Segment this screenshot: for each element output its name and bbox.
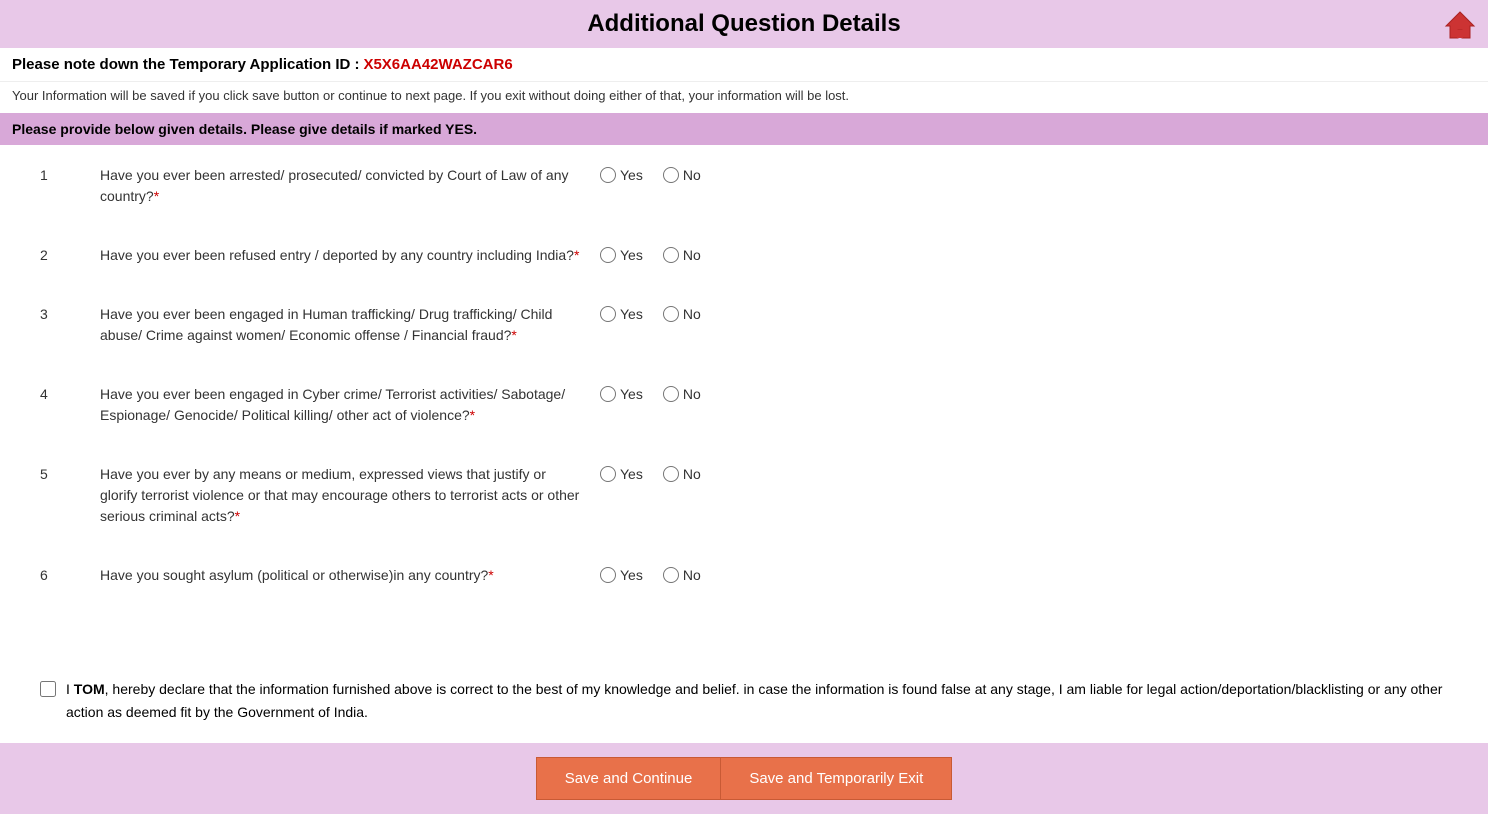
declaration-area: I TOM, hereby declare that the informati… (0, 668, 1488, 743)
radio-yes-label-4: Yes (620, 386, 643, 402)
radio-input-no-2[interactable] (663, 247, 679, 263)
radio-input-yes-6[interactable] (600, 567, 616, 583)
temp-id-value: X5X6AA42WAZCAR6 (363, 56, 512, 73)
radio-no-3[interactable]: No (663, 306, 701, 322)
radio-yes-4[interactable]: Yes (600, 386, 643, 402)
save-exit-button[interactable]: Save and Temporarily Exit (721, 757, 952, 800)
q-number-2: 2 (40, 245, 100, 263)
declaration-name: TOM (74, 681, 105, 697)
required-mark-4: * (470, 407, 475, 423)
q-text-4: Have you ever been engaged in Cyber crim… (100, 384, 580, 426)
q-options-3: Yes No (600, 304, 760, 322)
radio-yes-label-3: Yes (620, 306, 643, 322)
declaration-text-before: I (66, 681, 74, 697)
radio-input-no-5[interactable] (663, 466, 679, 482)
q-text-6: Have you sought asylum (political or oth… (100, 565, 580, 586)
q-number-4: 4 (40, 384, 100, 402)
temp-id-bar: Please note down the Temporary Applicati… (0, 48, 1488, 82)
required-mark-2: * (574, 247, 579, 263)
section-header: Please provide below given details. Plea… (0, 113, 1488, 145)
save-continue-button[interactable]: Save and Continue (536, 757, 722, 800)
q-number-5: 5 (40, 464, 100, 482)
question-row: 4 Have you ever been engaged in Cyber cr… (40, 374, 1448, 426)
question-row: 6 Have you sought asylum (political or o… (40, 555, 1448, 586)
question-row: 1 Have you ever been arrested/ prosecute… (40, 155, 1448, 207)
radio-no-label-2: No (683, 247, 701, 263)
radio-no-5[interactable]: No (663, 466, 701, 482)
radio-yes-label-2: Yes (620, 247, 643, 263)
radio-input-no-1[interactable] (663, 167, 679, 183)
q-text-5: Have you ever by any means or medium, ex… (100, 464, 580, 527)
radio-input-no-3[interactable] (663, 306, 679, 322)
radio-no-4[interactable]: No (663, 386, 701, 402)
radio-input-no-6[interactable] (663, 567, 679, 583)
declaration-checkbox[interactable] (40, 681, 56, 697)
radio-no-6[interactable]: No (663, 567, 701, 583)
radio-no-label-1: No (683, 167, 701, 183)
q-text-1: Have you ever been arrested/ prosecuted/… (100, 165, 580, 207)
q-number-1: 1 (40, 165, 100, 183)
question-row: 3 Have you ever been engaged in Human tr… (40, 294, 1448, 346)
footer-bar: Save and Continue Save and Temporarily E… (0, 743, 1488, 814)
header-bar: Additional Question Details (0, 0, 1488, 48)
q-text-2: Have you ever been refused entry / depor… (100, 245, 580, 266)
q-number-6: 6 (40, 565, 100, 583)
radio-no-label-6: No (683, 567, 701, 583)
radio-no-label-4: No (683, 386, 701, 402)
required-mark-6: * (488, 567, 493, 583)
radio-input-yes-1[interactable] (600, 167, 616, 183)
radio-yes-label-5: Yes (620, 466, 643, 482)
radio-no-1[interactable]: No (663, 167, 701, 183)
q-options-6: Yes No (600, 565, 760, 583)
q-options-2: Yes No (600, 245, 760, 263)
page-wrapper: Additional Question Details Please note … (0, 0, 1488, 814)
radio-yes-label-1: Yes (620, 167, 643, 183)
radio-input-yes-5[interactable] (600, 466, 616, 482)
radio-yes-3[interactable]: Yes (600, 306, 643, 322)
radio-input-yes-3[interactable] (600, 306, 616, 322)
radio-input-no-4[interactable] (663, 386, 679, 402)
questions-area: 1 Have you ever been arrested/ prosecute… (0, 145, 1488, 668)
declaration-text-after: , hereby declare that the information fu… (66, 681, 1442, 719)
radio-input-yes-2[interactable] (600, 247, 616, 263)
radio-yes-1[interactable]: Yes (600, 167, 643, 183)
radio-no-label-5: No (683, 466, 701, 482)
required-mark-5: * (235, 508, 240, 524)
radio-yes-2[interactable]: Yes (600, 247, 643, 263)
radio-no-label-3: No (683, 306, 701, 322)
radio-input-yes-4[interactable] (600, 386, 616, 402)
required-mark-3: * (511, 327, 516, 343)
radio-yes-label-6: Yes (620, 567, 643, 583)
home-icon[interactable] (1444, 8, 1476, 40)
info-text: Your Information will be saved if you cl… (0, 82, 1488, 113)
declaration-text: I TOM, hereby declare that the informati… (66, 678, 1448, 723)
question-row: 5 Have you ever by any means or medium, … (40, 454, 1448, 527)
radio-yes-6[interactable]: Yes (600, 567, 643, 583)
q-options-1: Yes No (600, 165, 760, 183)
temp-id-label: Please note down the Temporary Applicati… (12, 56, 360, 73)
q-options-5: Yes No (600, 464, 760, 482)
question-row: 2 Have you ever been refused entry / dep… (40, 235, 1448, 266)
q-number-3: 3 (40, 304, 100, 322)
q-text-3: Have you ever been engaged in Human traf… (100, 304, 580, 346)
page-title: Additional Question Details (587, 10, 900, 37)
declaration-row: I TOM, hereby declare that the informati… (40, 678, 1448, 723)
radio-no-2[interactable]: No (663, 247, 701, 263)
q-options-4: Yes No (600, 384, 760, 402)
radio-yes-5[interactable]: Yes (600, 466, 643, 482)
required-mark-1: * (154, 188, 159, 204)
